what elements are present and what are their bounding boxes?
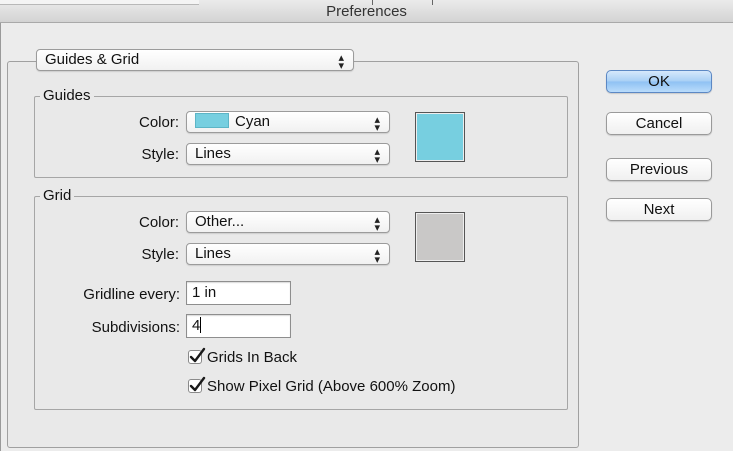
guides-group: Guides bbox=[34, 87, 568, 178]
ok-button[interactable]: OK bbox=[606, 70, 712, 93]
grid-style-value: Lines bbox=[195, 245, 231, 262]
select-arrows-icon: ▴ ▾ bbox=[374, 246, 380, 266]
show-pixel-grid-label: Show Pixel Grid (Above 600% Zoom) bbox=[207, 378, 456, 395]
previous-button[interactable]: Previous bbox=[606, 158, 712, 181]
section-select-value: Guides & Grid bbox=[45, 51, 140, 68]
grid-style-select[interactable]: Lines ▴ ▾ bbox=[186, 243, 390, 266]
gridline-every-value: 1 in bbox=[192, 284, 217, 301]
text-caret bbox=[200, 317, 202, 333]
grid-color-swatch[interactable] bbox=[415, 212, 465, 262]
guides-style-label: Style: bbox=[141, 146, 179, 163]
grid-color-select[interactable]: Other... ▴ ▾ bbox=[186, 211, 390, 234]
gridline-every-label: Gridline every: bbox=[83, 286, 180, 303]
grid-legend: Grid bbox=[40, 187, 75, 204]
show-pixel-grid-checkbox[interactable]: Show Pixel Grid (Above 600% Zoom) bbox=[188, 376, 456, 397]
guides-color-label: Color: bbox=[138, 114, 179, 131]
cyan-chip-icon bbox=[195, 113, 229, 128]
checkbox-checked-icon bbox=[188, 347, 206, 364]
guides-color-value: Cyan bbox=[235, 113, 271, 130]
select-arrows-icon: ▴ ▾ bbox=[338, 52, 344, 72]
guides-style-value: Lines bbox=[195, 145, 231, 162]
next-button[interactable]: Next bbox=[606, 198, 712, 221]
window-edge bbox=[0, 0, 1, 451]
grids-in-back-label: Grids In Back bbox=[207, 349, 298, 366]
window-title: Preferences bbox=[326, 3, 407, 20]
guides-style-select[interactable]: Lines ▴ ▾ bbox=[186, 143, 390, 166]
cancel-button[interactable]: Cancel bbox=[606, 112, 712, 135]
grid-color-value: Other... bbox=[195, 213, 245, 230]
subdivisions-value: 4 bbox=[192, 317, 201, 334]
subdivisions-label: Subdivisions: bbox=[91, 319, 180, 336]
gridline-every-input[interactable]: 1 in bbox=[186, 281, 291, 305]
select-arrows-icon: ▴ ▾ bbox=[374, 214, 380, 234]
checkbox-checked-icon bbox=[188, 376, 206, 393]
grid-color-label: Color: bbox=[138, 214, 179, 231]
select-arrows-icon: ▴ ▾ bbox=[374, 146, 380, 166]
title-bar: Preferences bbox=[0, 0, 733, 23]
grid-style-label: Style: bbox=[141, 246, 179, 263]
guides-color-swatch[interactable] bbox=[415, 112, 465, 162]
guides-legend: Guides bbox=[40, 87, 94, 104]
subdivisions-input[interactable]: 4 bbox=[186, 314, 291, 338]
select-arrows-icon: ▴ ▾ bbox=[374, 114, 380, 134]
guides-color-select[interactable]: Cyan ▴ ▾ bbox=[186, 111, 390, 134]
section-select[interactable]: Guides & Grid ▴ ▾ bbox=[36, 49, 354, 72]
grids-in-back-checkbox[interactable]: Grids In Back bbox=[188, 347, 298, 368]
